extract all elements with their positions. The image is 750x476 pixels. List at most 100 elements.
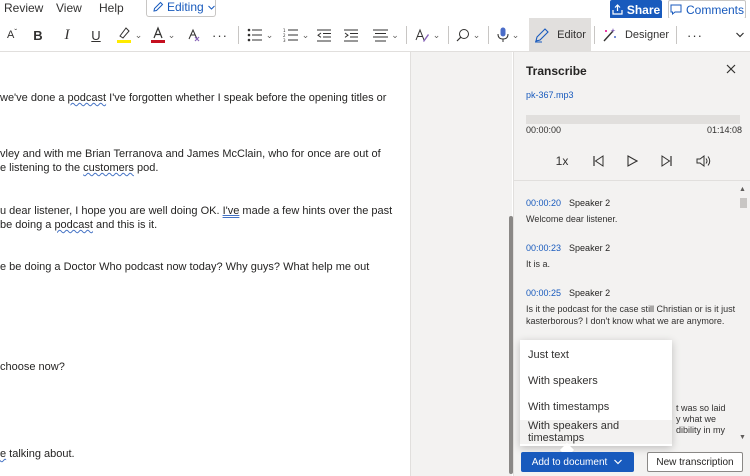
current-time: 00:00:00 xyxy=(526,125,562,135)
chevron-down-icon: ⌄ xyxy=(432,29,441,40)
doc-line: e listening to the customers pod. xyxy=(0,162,159,174)
share-icon xyxy=(612,4,623,15)
menu-view[interactable]: View xyxy=(56,1,82,15)
editor-label: Editor xyxy=(557,29,586,41)
document-page[interactable]: we've done a podcast I've forgotten whet… xyxy=(0,52,410,476)
decrease-indent-icon xyxy=(317,29,331,41)
font-color-button[interactable]: ⌄ xyxy=(148,18,178,52)
chevron-down-icon xyxy=(736,32,744,38)
segment-text: Welcome dear listener. xyxy=(526,214,618,224)
chevron-down-icon xyxy=(207,5,215,10)
transcript-segment[interactable]: 00:00:20 Speaker 2 Welcome dear listener. xyxy=(526,195,736,225)
ribbon-separator xyxy=(406,26,407,44)
menu-item-with-speakers[interactable]: With speakers xyxy=(520,369,672,393)
chevron-down-icon: ⌄ xyxy=(391,29,399,40)
add-to-document-label: Add to document xyxy=(531,456,608,468)
segment-timestamp[interactable]: 00:00:23 xyxy=(526,243,561,253)
menu-help[interactable]: Help xyxy=(99,1,124,15)
doc-line: choose now? xyxy=(0,361,65,373)
playback-speed-button[interactable]: 1x xyxy=(552,152,572,170)
menu-item-with-speakers-and-timestamps[interactable]: With speakers and timestamps xyxy=(520,420,672,444)
doc-line: e talking about. xyxy=(0,448,75,460)
designer-button[interactable]: Designer xyxy=(599,18,671,52)
segment-timestamp[interactable]: 00:00:20 xyxy=(526,198,561,208)
underline-button[interactable]: U xyxy=(84,18,108,52)
share-button[interactable]: Share xyxy=(610,0,662,19)
volume-button[interactable] xyxy=(693,152,715,170)
ribbon-separator xyxy=(448,26,449,44)
doc-line: be doing a podcast and this is it. xyxy=(0,219,158,231)
styles-button[interactable]: ⌄ xyxy=(411,18,443,52)
font-size-decrease-button[interactable]: Aˇ xyxy=(0,18,24,52)
ribbon-separator xyxy=(238,26,239,44)
volume-icon xyxy=(696,155,711,167)
more-commands-button[interactable]: ··· xyxy=(682,18,708,52)
add-to-document-menu: Just text With speakers With timestamps … xyxy=(520,340,672,446)
numbering-button[interactable]: 123 ⌄ xyxy=(280,18,312,52)
editing-mode-button[interactable]: Editing xyxy=(146,0,216,17)
comments-button[interactable]: Comments xyxy=(668,0,746,19)
new-transcription-button[interactable]: New transcription xyxy=(647,452,743,472)
align-button[interactable]: ⌄ xyxy=(370,18,402,52)
audio-file-link[interactable]: pk-367.mp3 xyxy=(526,90,574,100)
close-pane-button[interactable] xyxy=(724,62,738,76)
find-button[interactable]: ⌄ xyxy=(452,18,484,52)
menu-item-with-timestamps[interactable]: With timestamps xyxy=(520,395,672,419)
pencil-icon xyxy=(153,1,164,12)
svg-text:3: 3 xyxy=(283,38,286,42)
highlighter-icon xyxy=(116,27,131,43)
add-to-document-button[interactable]: Add to document xyxy=(521,452,634,472)
designer-icon xyxy=(603,28,616,42)
increase-indent-button[interactable] xyxy=(341,18,361,52)
segment-text: It is a. xyxy=(526,259,551,269)
scroll-up-icon[interactable]: ▲ xyxy=(739,186,746,193)
ribbon-separator xyxy=(676,26,677,44)
menu-review[interactable]: Review xyxy=(4,1,43,15)
rewind-button[interactable] xyxy=(588,152,608,170)
clear-formatting-icon xyxy=(188,28,200,42)
forward-button[interactable] xyxy=(657,152,677,170)
dictate-button[interactable]: ⌄ xyxy=(493,18,523,52)
transcript-segment[interactable]: 00:00:23 Speaker 2 It is a. xyxy=(526,240,736,270)
comment-icon xyxy=(670,4,682,15)
doc-line: e be doing a Doctor Who podcast now toda… xyxy=(0,261,370,273)
skip-back-icon xyxy=(593,155,604,167)
transcript-segment[interactable]: 00:00:25 Speaker 2 Is it the podcast for … xyxy=(526,285,736,327)
designer-label: Designer xyxy=(624,29,670,41)
play-button[interactable] xyxy=(622,152,642,170)
playback-progress-track[interactable] xyxy=(526,115,740,124)
ribbon-expand-button[interactable] xyxy=(730,18,750,52)
doc-line: u dear listener, I hope you are well doi… xyxy=(0,205,393,217)
doc-line: we've done a podcast I've forgotten whet… xyxy=(0,92,387,104)
segment-timestamp[interactable]: 00:00:25 xyxy=(526,288,561,298)
clear-formatting-button[interactable] xyxy=(182,18,204,52)
editing-label: Editing xyxy=(167,0,204,14)
share-label: Share xyxy=(626,2,661,17)
search-icon xyxy=(456,29,469,42)
partial-transcript-text: dibility in my xyxy=(676,425,726,435)
pane-scrollbar-thumb[interactable] xyxy=(740,198,747,208)
chevron-down-icon: ⌄ xyxy=(134,29,143,40)
close-icon xyxy=(726,64,736,74)
pane-divider xyxy=(514,180,750,181)
microphone-icon xyxy=(497,27,509,42)
bold-button[interactable]: B xyxy=(26,18,50,52)
decrease-indent-button[interactable] xyxy=(314,18,334,52)
chevron-down-icon: ⌄ xyxy=(301,29,310,40)
bullets-button[interactable]: ⌄ xyxy=(244,18,276,52)
styles-icon xyxy=(415,28,429,42)
editor-button[interactable]: Editor xyxy=(529,18,591,52)
increase-indent-icon xyxy=(344,29,358,41)
scroll-down-icon[interactable]: ▼ xyxy=(739,434,746,441)
menu-item-just-text[interactable]: Just text xyxy=(520,343,672,367)
segment-speaker: Speaker 2 xyxy=(569,198,611,208)
pane-scrollbar[interactable] xyxy=(739,184,749,446)
highlight-color-button[interactable]: ⌄ xyxy=(112,18,146,52)
play-icon xyxy=(627,155,638,167)
more-font-options-button[interactable]: ··· xyxy=(207,18,233,52)
bullet-list-icon xyxy=(247,28,262,42)
italic-button[interactable]: I xyxy=(55,18,79,52)
segment-speaker: Speaker 2 xyxy=(569,288,611,298)
ribbon-separator xyxy=(488,26,489,44)
chevron-down-icon: ⌄ xyxy=(167,29,176,40)
